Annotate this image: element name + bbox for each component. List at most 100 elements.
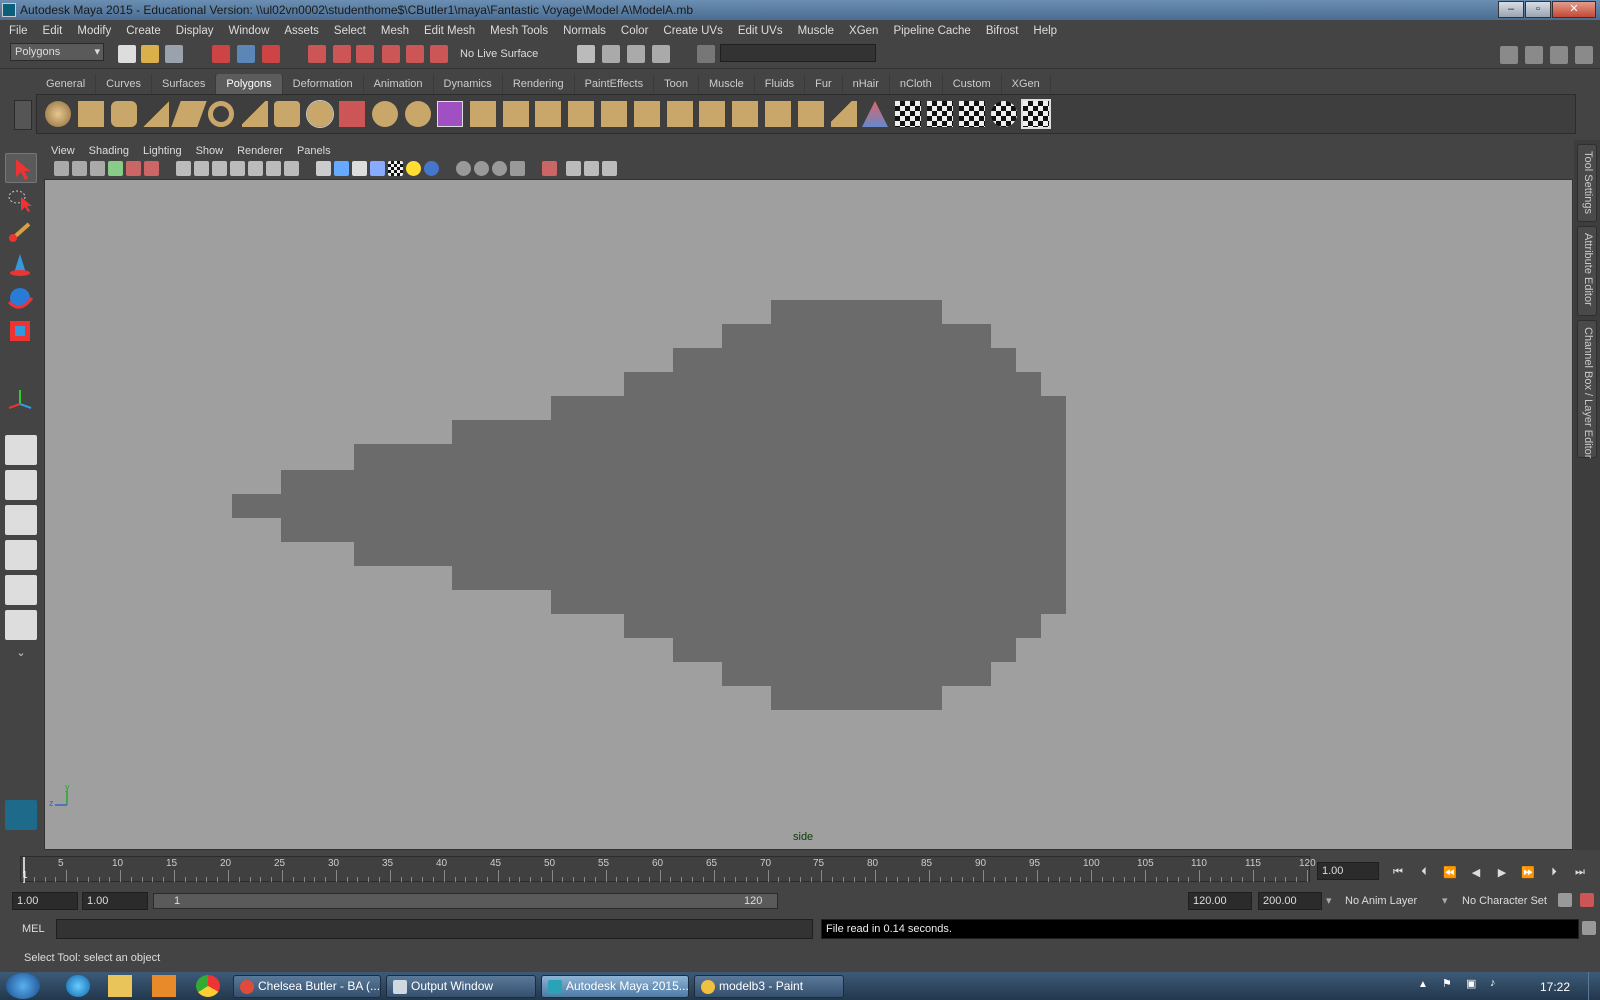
separate-icon[interactable] [372,101,398,127]
menu-edit-uvs[interactable]: Edit UVs [729,25,789,37]
sculpt-geometry-icon[interactable] [862,101,888,127]
anim-layer-chevron-icon[interactable]: ▾ [1326,894,1332,907]
time-ruler[interactable]: 1 5 10 15 20 25 30 35 40 45 50 55 60 65 70 75 80 85 90 95 1… [20,856,1316,883]
manipulator-tool-icon[interactable] [5,386,37,416]
action-center-flag-icon[interactable]: ⚑ [1442,977,1452,990]
poly-cube-icon[interactable] [78,101,104,127]
reduce-icon[interactable] [798,101,824,127]
offset-edge-loop-icon[interactable] [634,101,660,127]
bridge-icon[interactable] [503,101,529,127]
safe-action-icon[interactable] [266,161,281,176]
automatic-mapping-icon[interactable] [927,101,953,127]
four-view-layout-icon[interactable] [5,470,37,500]
persp-graph-layout-icon[interactable] [5,540,37,570]
model-silhouette[interactable] [232,300,1066,710]
paint-select-tool-icon[interactable] [5,218,37,248]
shelf-tab-dynamics[interactable]: Dynamics [434,74,503,94]
render-view-icon[interactable] [577,45,595,63]
menu-muscle[interactable]: Muscle [789,25,840,37]
menu-normals[interactable]: Normals [554,25,612,37]
select-camera-icon[interactable] [54,161,69,176]
start-button[interactable] [6,973,40,999]
step-back-key-icon[interactable]: ⏪ [1440,866,1460,882]
current-time-field[interactable]: 1.00 [1317,862,1379,880]
menu-display[interactable]: Display [167,25,220,37]
checker-texture-icon[interactable] [1021,99,1051,129]
bookmarks-icon[interactable] [90,161,105,176]
playback-start-field[interactable]: 1.00 [82,892,148,910]
delete-edge-icon[interactable] [765,101,791,127]
shelf-tab-fluids[interactable]: Fluids [755,74,806,94]
cylindrical-mapping-icon[interactable] [959,101,985,127]
channel-box-toggle-icon[interactable] [1575,46,1593,64]
menu-modify[interactable]: Modify [68,25,117,37]
two-d-pan-zoom-icon[interactable] [126,161,141,176]
tool-settings-toggle-icon[interactable] [1550,46,1568,64]
step-forward-frame-icon[interactable]: ⏵ [1544,866,1564,882]
poly-pipe-icon[interactable] [274,101,300,127]
isolate-select-icon[interactable] [542,161,557,176]
taskbar-item-chrome[interactable]: Chelsea Butler - BA (... [233,975,381,998]
network-icon[interactable]: ▣ [1466,977,1476,990]
select-component-icon[interactable] [262,45,280,63]
smooth-proxy-icon[interactable] [437,101,463,127]
select-hierarchy-icon[interactable] [212,45,230,63]
shelf-tab-animation[interactable]: Animation [364,74,434,94]
scale-tool-icon[interactable] [5,317,37,347]
menu-edit[interactable]: Edit [34,25,69,37]
end-time-field[interactable]: 200.00 [1258,892,1322,910]
side-viewport[interactable]: y z side [44,179,1573,850]
menu-file[interactable]: File [0,25,34,37]
go-to-end-icon[interactable]: ⏭ [1570,866,1590,882]
smooth-icon[interactable] [405,101,431,127]
shelf-tab-polygons[interactable]: Polygons [216,74,283,94]
safe-title-icon[interactable] [284,161,299,176]
film-gate-icon[interactable] [194,161,209,176]
volume-icon[interactable]: ♪ [1490,977,1496,989]
ipr-render-icon[interactable] [627,45,645,63]
shelf-tab-deformation[interactable]: Deformation [283,74,364,94]
taskbar-item-maya[interactable]: Autodesk Maya 2015... [541,975,689,998]
shelf-tab-fur[interactable]: Fur [805,74,843,94]
character-set-chevron-icon[interactable]: ▾ [1442,894,1448,907]
multisample-icon[interactable] [492,161,507,176]
poly-sphere-icon[interactable] [45,101,71,127]
merge-icon[interactable] [699,101,725,127]
taskbar-clock[interactable]: 17:22 [1540,980,1570,994]
select-object-icon[interactable] [237,45,255,63]
single-perspective-layout-icon[interactable] [5,435,37,465]
snap-grid-icon[interactable] [308,45,326,63]
playback-end-field[interactable]: 120.00 [1188,892,1252,910]
bevel-icon[interactable] [667,101,693,127]
menu-bifrost[interactable]: Bifrost [977,25,1025,37]
range-slider-bar[interactable]: 1 120 [153,893,778,909]
collapse-icon[interactable] [732,101,758,127]
start-time-field[interactable]: 1.00 [12,892,78,910]
panel-menu-view[interactable]: View [44,145,82,157]
smooth-shade-icon[interactable] [334,161,349,176]
save-scene-icon[interactable] [165,45,183,63]
extrude-icon[interactable] [470,101,496,127]
grease-pencil-icon[interactable] [144,161,159,176]
render-settings-icon[interactable] [652,45,670,63]
snap-point-icon[interactable] [356,45,374,63]
camera-attributes-icon[interactable] [72,161,87,176]
screen-space-ao-icon[interactable] [456,161,471,176]
select-tool-icon[interactable] [5,153,37,183]
play-backwards-icon[interactable]: ◀ [1466,866,1486,882]
shelf-tab-xgen[interactable]: XGen [1002,74,1051,94]
xray-icon[interactable] [566,161,581,176]
media-player-icon[interactable] [152,975,176,997]
shadows-icon[interactable] [424,161,439,176]
poly-cone-icon[interactable] [143,101,169,127]
file-explorer-icon[interactable] [108,975,132,997]
persp-outliner-layout-icon[interactable] [5,505,37,535]
key-icon[interactable] [1558,893,1572,907]
shelf-tab-nhair[interactable]: nHair [843,74,890,94]
attribute-editor-tab[interactable]: Attribute Editor [1577,226,1597,316]
magnet-icon[interactable] [430,45,448,63]
preferences-icon[interactable] [1580,893,1594,907]
combine-icon[interactable] [339,101,365,127]
poly-torus-icon[interactable] [208,101,234,127]
close-button[interactable]: ✕ [1552,1,1596,18]
